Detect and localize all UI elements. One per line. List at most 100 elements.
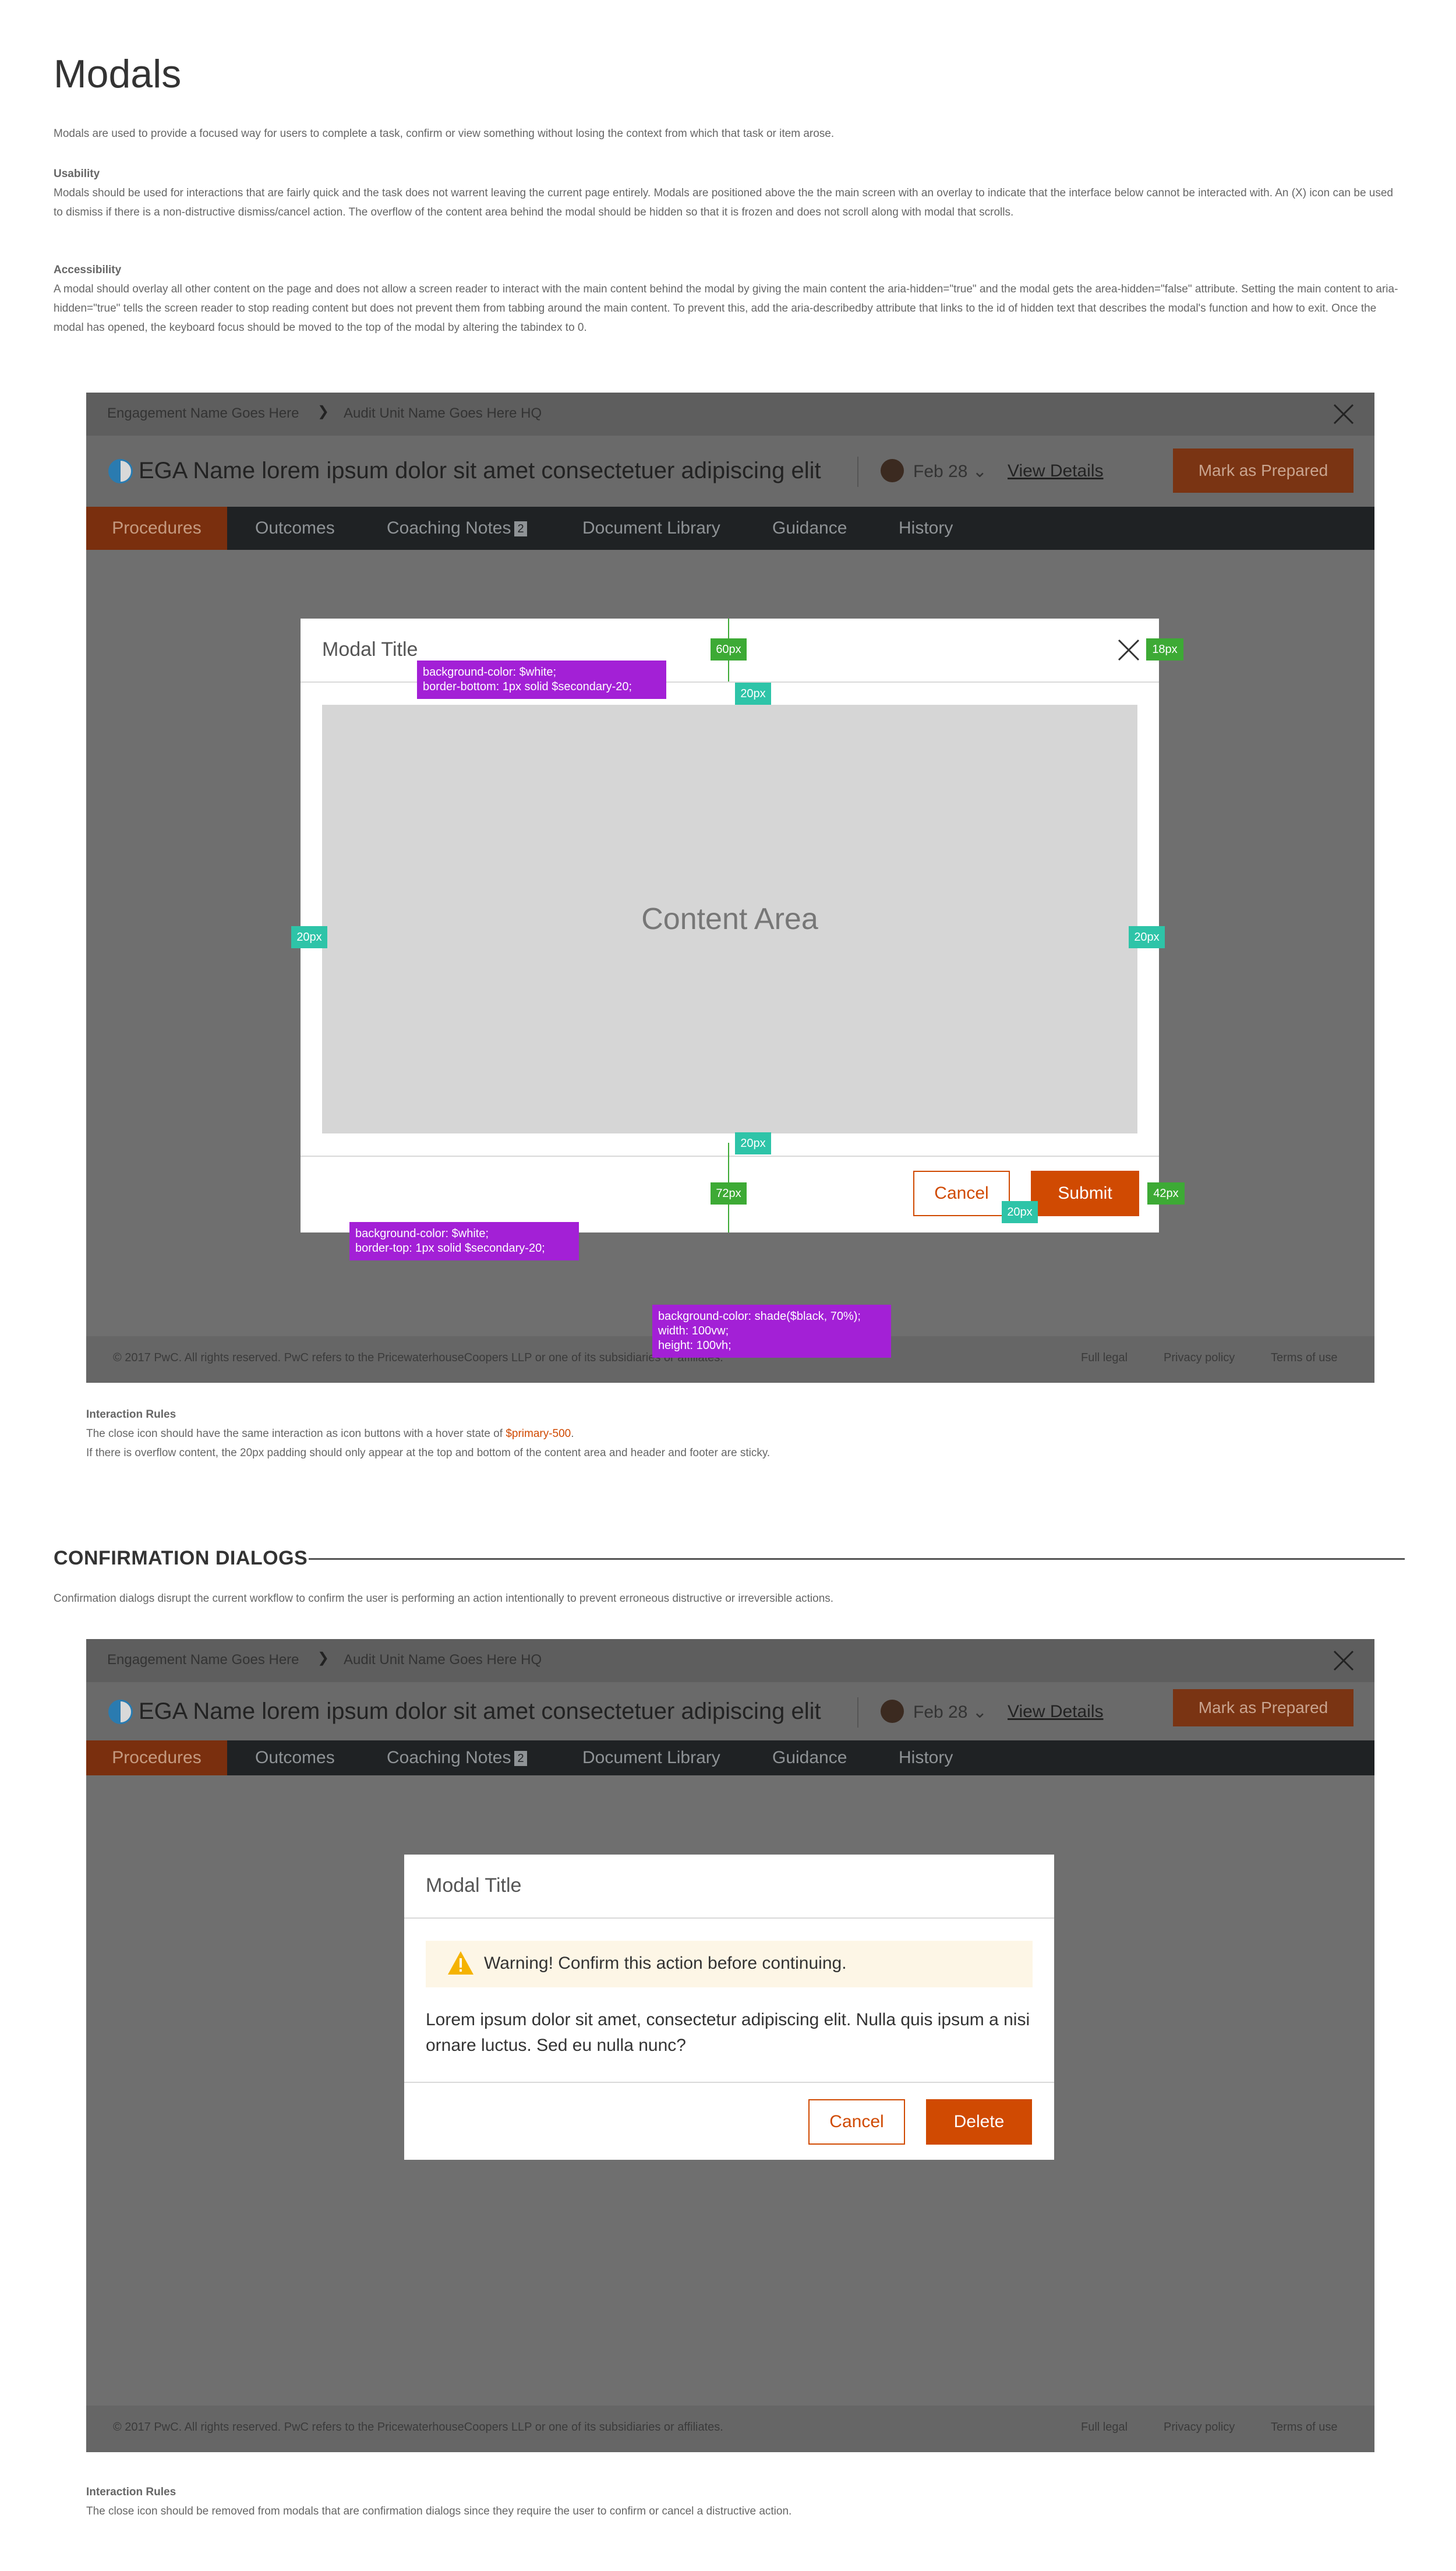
intro-text: Modals are used to provide a focused way… [54,128,835,140]
spacing-tag-20-left: 20px [291,926,327,948]
footer-terms[interactable]: Terms of use [1271,1351,1337,1365]
accessibility-text: A modal should overlay all other content… [54,283,1398,334]
view-details-link[interactable]: View Details [1008,461,1104,481]
usability-label: Usability [54,168,100,180]
footer-full-legal[interactable]: Full legal [1081,1351,1128,1365]
cancel-button[interactable]: Cancel [913,1171,1010,1216]
footer-full-legal[interactable]: Full legal [1081,2421,1128,2434]
spacing-tag-20-right: 20px [1129,926,1165,948]
tab-guidance[interactable]: Guidance [772,507,847,550]
breadcrumb-engagement[interactable]: Engagement Name Goes Here [107,405,299,422]
chevron-right-icon: ❯ [317,404,330,419]
interaction-rules: Interaction Rules The close icon should … [86,1405,770,1463]
tab-procedures[interactable]: Procedures [86,1740,227,1775]
usability-section: Usability Modals should be used for inte… [54,164,1405,222]
date-label: Feb 28 [913,1703,968,1722]
divider [857,457,858,487]
submit-button[interactable]: Submit [1031,1171,1139,1216]
footer-border [301,1156,1159,1157]
modal-title: Modal Title [322,638,418,661]
avatar [881,459,904,482]
page-title: Modals [54,52,182,96]
warning-icon [448,1951,473,1975]
avatar [881,1700,904,1723]
spacing-tag-42: 42px [1147,1182,1185,1205]
tab-procedures[interactable]: Procedures [86,507,227,550]
footer-copyright: © 2017 PwC. All rights reserved. PwC ref… [113,2421,723,2434]
modal: Modal Title Content Area Cancel Submit [301,619,1159,1232]
tab-guidance[interactable]: Guidance [772,1740,847,1775]
divider [857,1697,858,1728]
spacing-tag-20-bottom: 20px [735,1132,771,1154]
close-icon[interactable] [1117,638,1140,662]
count-badge: 2 [514,521,527,537]
footer-privacy-policy[interactable]: Privacy policy [1164,2421,1235,2434]
spacing-tag-20-buttons: 20px [1002,1201,1038,1223]
tab-coaching-notes[interactable]: Coaching Notes 2 [387,1740,527,1775]
spacing-tag-72: 72px [711,1182,747,1205]
view-details-link[interactable]: View Details [1008,1702,1104,1722]
usability-text: Modals should be used for interactions t… [54,187,1393,218]
tab-coaching-notes-label: Coaching Notes [387,1748,511,1767]
date-label: Feb 28 [913,462,968,481]
close-icon[interactable] [1333,1650,1355,1672]
section-divider [309,1558,1405,1560]
dialog-body: Lorem ipsum dolor sit amet, consectetur … [426,2010,1030,2055]
annotation-header-style: background-color: $white; border-bottom:… [417,661,666,699]
tab-outcomes[interactable]: Outcomes [255,1740,335,1775]
mark-as-prepared-button[interactable]: Mark as Prepared [1173,448,1353,493]
breadcrumb-audit-unit[interactable]: Audit Unit Name Goes Here HQ [344,1652,542,1668]
tab-history[interactable]: History [899,507,953,550]
delete-button[interactable]: Delete [926,2099,1032,2145]
warning-banner: Warning! Confirm this action before cont… [426,1941,1033,1987]
confirm-intro: Confirmation dialogs disrupt the current… [54,1592,834,1605]
chevron-down-icon: ⌄ [972,462,987,481]
interaction-rules-label: Interaction Rules [86,1408,176,1421]
interaction-rule-2: If there is overflow content, the 20px p… [86,1447,771,1459]
status-icon [108,459,133,483]
chevron-right-icon: ❯ [317,1650,330,1666]
footer-privacy-policy[interactable]: Privacy policy [1164,1351,1235,1365]
annotation-overlay-style: background-color: shade($black, 70%); wi… [652,1305,891,1358]
interaction-rule-1: The close icon should be removed from mo… [86,2505,792,2517]
ega-name: EGA Name lorem ipsum dolor sit amet cons… [139,458,821,483]
footer-border [404,2082,1054,2083]
breadcrumb: Engagement Name Goes Here ❯ Audit Unit N… [86,1639,1374,1682]
tab-history[interactable]: History [899,1740,953,1775]
accessibility-section: Accessibility A modal should overlay all… [54,260,1405,337]
tab-coaching-notes[interactable]: Coaching Notes 2 [387,507,527,550]
ega-name: EGA Name lorem ipsum dolor sit amet cons… [139,1698,821,1724]
tab-document-library[interactable]: Document Library [582,1740,720,1775]
cancel-button[interactable]: Cancel [808,2099,905,2145]
main-nav: Procedures Outcomes Coaching Notes 2 Docu… [86,1740,1374,1775]
accessibility-label: Accessibility [54,264,122,276]
breadcrumb-audit-unit[interactable]: Audit Unit Name Goes Here HQ [344,405,542,422]
rule-text: The close icon should have the same inte… [86,1428,506,1440]
footer-copyright: © 2017 PwC. All rights reserved. PwC ref… [113,1351,723,1364]
tab-outcomes[interactable]: Outcomes [255,507,335,550]
mark-as-prepared-button[interactable]: Mark as Prepared [1173,1689,1353,1726]
header-border [404,1917,1054,1919]
close-icon[interactable] [1333,403,1355,425]
breadcrumb: Engagement Name Goes Here ❯ Audit Unit N… [86,393,1374,436]
date-dropdown[interactable]: Feb 28 ⌄ [913,461,987,482]
date-dropdown[interactable]: Feb 28 ⌄ [913,1702,987,1722]
breadcrumb-engagement[interactable]: Engagement Name Goes Here [107,1652,299,1668]
status-icon [108,1700,133,1724]
chevron-down-icon: ⌄ [972,1703,987,1722]
rule-text-end: . [571,1428,574,1440]
main-nav: Procedures Outcomes Coaching Notes 2 Docu… [86,507,1374,550]
confirmation-dialog: Modal Title Warning! Confirm this action… [404,1855,1054,2160]
ega-header: EGA Name lorem ipsum dolor sit amet cons… [86,1682,1374,1740]
spacing-tag-60: 60px [711,638,747,661]
spacing-tag-18: 18px [1146,638,1183,661]
annotation-footer-style: background-color: $white; border-top: 1p… [349,1222,579,1260]
interaction-rules-confirm: Interaction Rules The close icon should … [86,2482,791,2521]
tab-coaching-notes-label: Coaching Notes [387,518,511,538]
spacing-tag-20-top: 20px [735,683,771,705]
modal-title: Modal Title [426,1874,522,1897]
footer-terms[interactable]: Terms of use [1271,2421,1337,2434]
ega-header: EGA Name lorem ipsum dolor sit amet cons… [86,436,1374,507]
tab-document-library[interactable]: Document Library [582,507,720,550]
primary-500-token: $primary-500 [506,1428,571,1440]
